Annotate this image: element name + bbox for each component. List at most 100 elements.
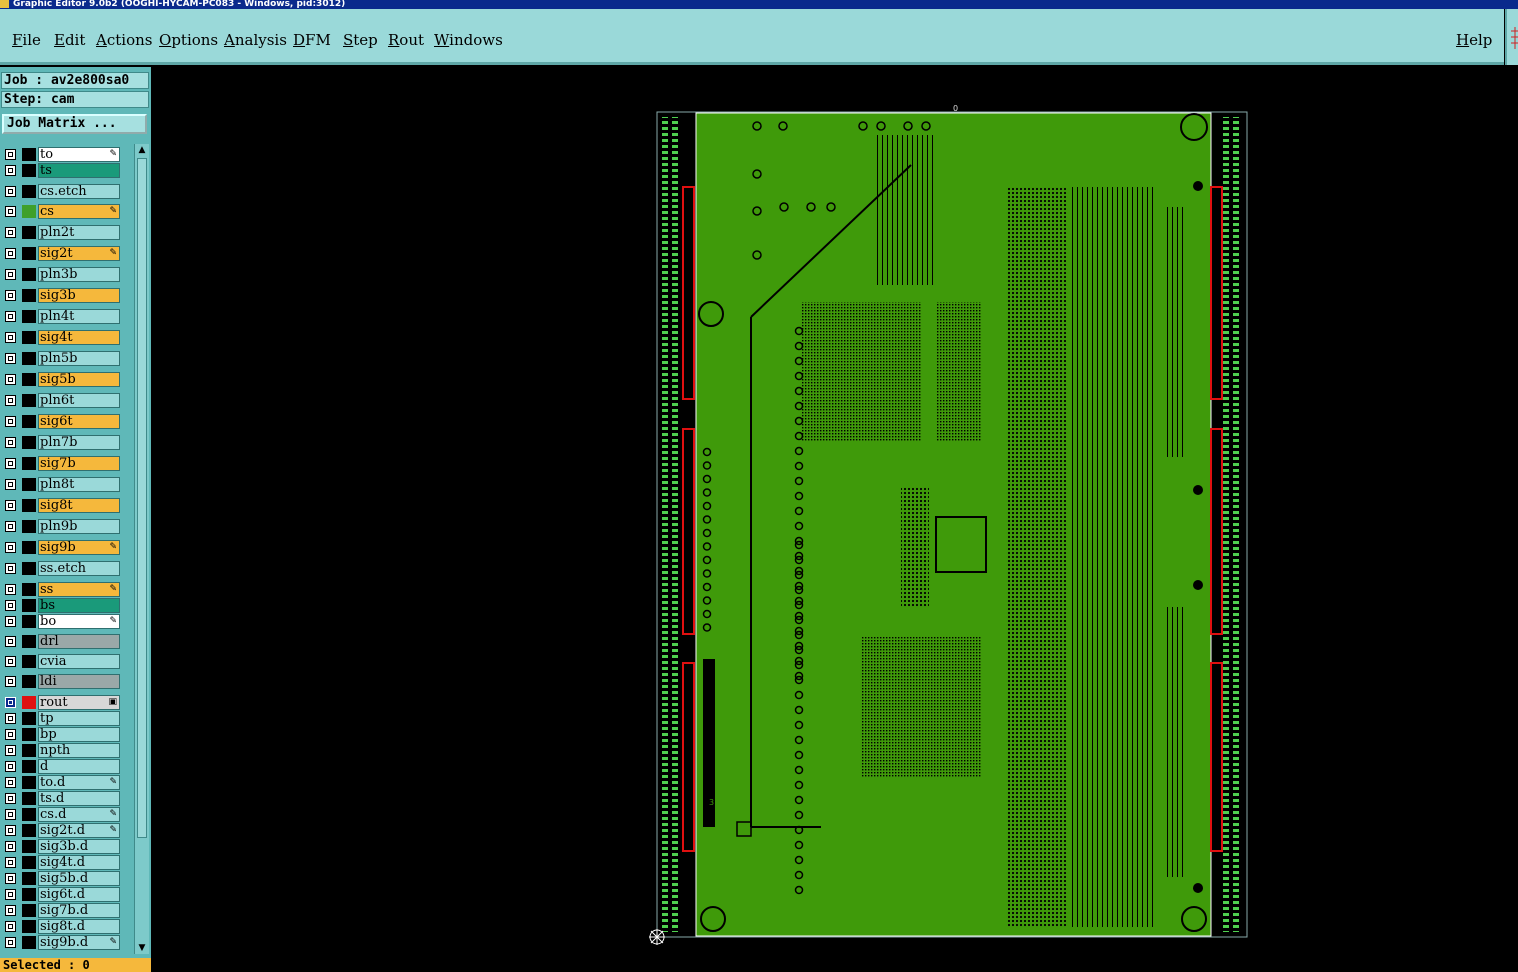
layer-checkbox[interactable] <box>5 437 16 448</box>
layer-row-cvia[interactable]: cvia <box>2 654 132 669</box>
layer-row-bs[interactable]: bs <box>2 598 132 613</box>
layer-checkbox[interactable] <box>5 636 16 647</box>
layer-name-label[interactable]: sig4t <box>38 330 120 345</box>
layer-checkbox[interactable] <box>5 542 16 553</box>
layer-row-pln3b[interactable]: pln3b <box>2 267 132 282</box>
layer-color-swatch[interactable] <box>22 415 36 428</box>
layer-name-label[interactable]: sig7b <box>38 456 120 471</box>
layer-name-label[interactable]: sig6t <box>38 414 120 429</box>
layer-name-label[interactable]: npth <box>38 743 120 758</box>
layer-checkbox[interactable] <box>5 713 16 724</box>
layer-checkbox[interactable] <box>5 616 16 627</box>
layer-color-swatch[interactable] <box>22 226 36 239</box>
layer-row-pln9b[interactable]: pln9b <box>2 519 132 534</box>
layer-checkbox[interactable] <box>5 332 16 343</box>
layer-checkbox[interactable] <box>5 841 16 852</box>
layer-row-sig6t[interactable]: sig6t <box>2 414 132 429</box>
layer-name-label[interactable]: drl <box>38 634 120 649</box>
layer-name-label[interactable]: sig3b <box>38 288 120 303</box>
layer-name-label[interactable]: ts.d <box>38 791 120 806</box>
layer-name-label[interactable]: sig2t.d ✎ <box>38 823 120 838</box>
layer-name-label[interactable]: pln9b <box>38 519 120 534</box>
layer-checkbox[interactable] <box>5 165 16 176</box>
job-matrix-button[interactable]: Job Matrix ... <box>2 114 147 134</box>
layer-row-bo[interactable]: bo ✎ <box>2 614 132 629</box>
layer-name-label[interactable]: tp <box>38 711 120 726</box>
layer-name-label[interactable]: sig5b.d <box>38 871 120 886</box>
layer-name-label[interactable]: rout ▣ <box>38 695 120 710</box>
layer-row-sig2t-d[interactable]: sig2t.d ✎ <box>2 823 132 838</box>
layer-row-sig7b[interactable]: sig7b <box>2 456 132 471</box>
layer-row-pln7b[interactable]: pln7b <box>2 435 132 450</box>
layer-name-label[interactable]: pln3b <box>38 267 120 282</box>
layer-checkbox[interactable] <box>5 905 16 916</box>
layer-row-ss-etch[interactable]: ss.etch <box>2 561 132 576</box>
layer-row-sig9b[interactable]: sig9b ✎ <box>2 540 132 555</box>
layer-name-label[interactable]: sig8t <box>38 498 120 513</box>
layer-checkbox[interactable] <box>5 761 16 772</box>
scroll-thumb[interactable] <box>137 158 147 838</box>
layer-color-swatch[interactable] <box>22 148 36 161</box>
layer-color-swatch[interactable] <box>22 872 36 885</box>
layer-name-label[interactable]: ss ✎ <box>38 582 120 597</box>
layer-checkbox[interactable] <box>5 793 16 804</box>
layer-color-swatch[interactable] <box>22 936 36 949</box>
layer-checkbox[interactable] <box>5 227 16 238</box>
layer-checkbox[interactable] <box>5 269 16 280</box>
layer-name-label[interactable]: sig7b.d <box>38 903 120 918</box>
menu-analysis[interactable]: Analysis <box>224 31 287 49</box>
layer-checkbox[interactable] <box>5 290 16 301</box>
menu-dfm[interactable]: DFM <box>293 31 331 49</box>
layer-checkbox[interactable] <box>5 353 16 364</box>
layer-color-swatch[interactable] <box>22 520 36 533</box>
layer-name-label[interactable]: sig8t.d <box>38 919 120 934</box>
layer-row-sig4t-d[interactable]: sig4t.d <box>2 855 132 870</box>
layer-color-swatch[interactable] <box>22 583 36 596</box>
layer-name-label[interactable]: pln7b <box>38 435 120 450</box>
layer-name-label[interactable]: pln4t <box>38 309 120 324</box>
layer-color-swatch[interactable] <box>22 888 36 901</box>
layer-checkbox[interactable] <box>5 857 16 868</box>
layer-checkbox[interactable] <box>5 873 16 884</box>
layer-name-label[interactable]: pln6t <box>38 393 120 408</box>
layer-row-pln4t[interactable]: pln4t <box>2 309 132 324</box>
layer-row-sig3b[interactable]: sig3b <box>2 288 132 303</box>
layer-checkbox[interactable] <box>5 889 16 900</box>
pcb-view[interactable]: 3 0 <box>151 67 1518 972</box>
layer-name-label[interactable]: d <box>38 759 120 774</box>
layer-checkbox[interactable] <box>5 206 16 217</box>
layer-row-bp[interactable]: bp <box>2 727 132 742</box>
layer-color-swatch[interactable] <box>22 205 36 218</box>
layer-color-swatch[interactable] <box>22 352 36 365</box>
menu-edit[interactable]: Edit <box>54 31 85 49</box>
layer-row-cs-etch[interactable]: cs.etch <box>2 184 132 199</box>
layer-color-swatch[interactable] <box>22 792 36 805</box>
layer-row-sig5b-d[interactable]: sig5b.d <box>2 871 132 886</box>
layer-color-swatch[interactable] <box>22 268 36 281</box>
layer-checkbox[interactable] <box>5 395 16 406</box>
layer-row-pln6t[interactable]: pln6t <box>2 393 132 408</box>
layer-checkbox[interactable] <box>5 937 16 948</box>
layer-row-d[interactable]: d <box>2 759 132 774</box>
layer-checkbox[interactable] <box>5 600 16 611</box>
layer-checkbox[interactable] <box>5 676 16 687</box>
layer-checkbox[interactable] <box>5 697 16 708</box>
layer-color-swatch[interactable] <box>22 655 36 668</box>
layer-color-swatch[interactable] <box>22 760 36 773</box>
layer-color-swatch[interactable] <box>22 373 36 386</box>
layer-row-sig7b-d[interactable]: sig7b.d <box>2 903 132 918</box>
layer-row-tp[interactable]: tp <box>2 711 132 726</box>
layer-color-swatch[interactable] <box>22 247 36 260</box>
layer-color-swatch[interactable] <box>22 457 36 470</box>
layer-color-swatch[interactable] <box>22 499 36 512</box>
layer-row-pln5b[interactable]: pln5b <box>2 351 132 366</box>
layer-row-to-d[interactable]: to.d ✎ <box>2 775 132 790</box>
layer-color-swatch[interactable] <box>22 808 36 821</box>
layer-checkbox[interactable] <box>5 416 16 427</box>
layer-row-pln2t[interactable]: pln2t <box>2 225 132 240</box>
layer-name-label[interactable]: ldi <box>38 674 120 689</box>
layer-name-label[interactable]: ss.etch <box>38 561 120 576</box>
layer-color-swatch[interactable] <box>22 478 36 491</box>
layer-row-sig4t[interactable]: sig4t <box>2 330 132 345</box>
layer-row-ts-d[interactable]: ts.d <box>2 791 132 806</box>
